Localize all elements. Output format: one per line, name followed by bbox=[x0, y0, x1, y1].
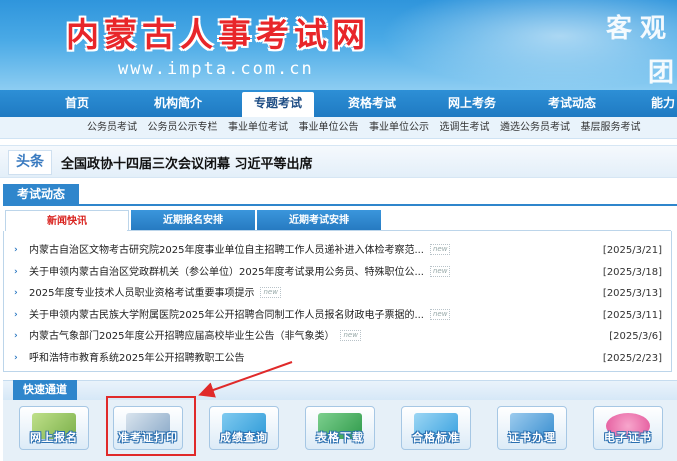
chevron-right-icon: › bbox=[14, 266, 18, 277]
site-banner: 内蒙古人事考试网 www.impta.com.cn 客观 团 bbox=[0, 0, 677, 90]
site-url: www.impta.com.cn bbox=[118, 59, 314, 79]
news-date: [2025/3/21] bbox=[602, 245, 662, 256]
chevron-right-icon: › bbox=[14, 331, 18, 342]
new-badge: new bbox=[340, 330, 361, 342]
headline-bar: 头条 全国政协十四届三次会议闭幕 习近平等出席 bbox=[0, 145, 677, 178]
news-title-text: 关于申领内蒙古自治区党政群机关（参公单位）2025年度考试录用公务员、特殊职位公… bbox=[29, 266, 424, 278]
news-tabs: 新闻快讯 近期报名安排 近期考试安排 bbox=[3, 209, 672, 231]
chevron-right-icon: › bbox=[14, 309, 18, 320]
news-title-text: 关于申领内蒙古民族大学附属医院2025年公开招聘合同制工作人员报名财政电子票据的… bbox=[29, 309, 424, 321]
form-download-button[interactable]: 表格下载 bbox=[305, 406, 375, 450]
quick-button-label: 证书办理 bbox=[508, 431, 556, 444]
list-item[interactable]: › 呼和浩特市教育系统2025年公开招聘教职工公告 [2025/2/23] bbox=[14, 348, 664, 370]
tabs-underline bbox=[127, 230, 671, 231]
headline-tag: 头条 bbox=[8, 150, 52, 175]
news-title-text: 呼和浩特市教育系统2025年公开招聘教职工公告 bbox=[29, 352, 245, 364]
quick-button-label: 成绩查询 bbox=[220, 431, 268, 444]
admission-ticket-print-button[interactable]: 准考证打印 bbox=[113, 406, 183, 450]
tab-recent-exams[interactable]: 近期考试安排 bbox=[257, 210, 381, 231]
news-title[interactable]: 内蒙古自治区文物考古研究院2025年度事业单位自主招聘工作人员递补进入体检考察范… bbox=[29, 240, 451, 262]
online-registration-button[interactable]: 网上报名 bbox=[19, 406, 89, 450]
subnav-institution-exam[interactable]: 事业单位考试 bbox=[228, 122, 288, 133]
list-item[interactable]: › 关于申领内蒙古民族大学附属医院2025年公开招聘合同制工作人员报名财政电子票… bbox=[14, 305, 664, 327]
news-date: [2025/3/11] bbox=[602, 309, 662, 321]
certificate-processing-button[interactable]: 证书办理 bbox=[497, 406, 567, 450]
news-date: [2025/2/23] bbox=[602, 352, 662, 364]
qualification-standard-button[interactable]: 合格标准 bbox=[401, 406, 471, 450]
quick-channel-title: 快速通道 bbox=[13, 380, 77, 400]
news-list: › 内蒙古自治区文物考古研究院2025年度事业单位自主招聘工作人员递补进入体检考… bbox=[14, 240, 664, 370]
banner-slogan-line2: 团 bbox=[648, 58, 675, 88]
subnav-civil-servant-exam[interactable]: 公务员考试 bbox=[87, 122, 137, 133]
banner-slogan: 客观 bbox=[606, 14, 675, 44]
news-title[interactable]: 2025年度专业技术人员职业资格考试重要事项提示 new bbox=[29, 283, 281, 305]
subnav-civil-servant-notice[interactable]: 公务员公示专栏 bbox=[148, 122, 218, 133]
headline-link[interactable]: 全国政协十四届三次会议闭幕 习近平等出席 bbox=[61, 153, 313, 172]
nav-item-exam-news[interactable]: 考试动态 bbox=[522, 90, 622, 117]
main-nav: 首页 机构简介 专题考试 资格考试 网上考务 考试动态 能力 bbox=[0, 90, 677, 119]
tab-news-flash[interactable]: 新闻快讯 bbox=[5, 210, 129, 231]
new-badge: new bbox=[430, 244, 451, 255]
nav-item-online-affairs[interactable]: 网上考务 bbox=[422, 90, 522, 117]
news-title[interactable]: 内蒙古气象部门2025年度公开招聘应届高校毕业生公告（非气象类） new bbox=[29, 326, 361, 348]
new-badge: new bbox=[430, 265, 451, 277]
news-title-text: 2025年度专业技术人员职业资格考试重要事项提示 bbox=[29, 288, 255, 300]
subnav-civil-servant-selection-exam[interactable]: 遴选公务员考试 bbox=[500, 122, 570, 133]
nav-item-about[interactable]: 机构简介 bbox=[122, 90, 234, 117]
news-date: [2025/3/18] bbox=[602, 266, 662, 278]
list-item[interactable]: › 内蒙古气象部门2025年度公开招聘应届高校毕业生公告（非气象类） new [2… bbox=[14, 326, 664, 348]
subnav-institution-announcement[interactable]: 事业单位公告 bbox=[299, 122, 359, 133]
subnav-selected-graduates-exam[interactable]: 选调生考试 bbox=[440, 122, 490, 133]
news-title[interactable]: 关于申领内蒙古民族大学附属医院2025年公开招聘合同制工作人员报名财政电子票据的… bbox=[29, 305, 451, 327]
news-title-text: 内蒙古气象部门2025年度公开招聘应届高校毕业生公告（非气象类） bbox=[29, 331, 335, 343]
list-item[interactable]: › 关于申领内蒙古自治区党政群机关（参公单位）2025年度考试录用公务员、特殊职… bbox=[14, 262, 664, 284]
list-item[interactable]: › 2025年度专业技术人员职业资格考试重要事项提示 new [2025/3/13… bbox=[14, 283, 664, 305]
chevron-right-icon: › bbox=[14, 245, 18, 255]
list-item[interactable]: › 内蒙古自治区文物考古研究院2025年度事业单位自主招聘工作人员递补进入体检考… bbox=[14, 240, 664, 262]
e-certificate-button[interactable]: 电子证书 bbox=[593, 406, 663, 450]
news-date: [2025/3/13] bbox=[602, 288, 662, 300]
quick-button-label: 合格标准 bbox=[412, 431, 460, 444]
news-title[interactable]: 呼和浩特市教育系统2025年公开招聘教职工公告 bbox=[29, 348, 244, 370]
quick-button-label: 网上报名 bbox=[30, 431, 78, 444]
news-title-text: 内蒙古自治区文物考古研究院2025年度事业单位自主招聘工作人员递补进入体检考察范… bbox=[29, 245, 424, 256]
new-badge: new bbox=[260, 287, 281, 299]
nav-item-ability[interactable]: 能力 bbox=[622, 90, 677, 117]
sub-nav: 公务员考试 公务员公示专栏 事业单位考试 事业单位公告 事业单位公示 选调生考试… bbox=[0, 117, 677, 139]
nav-item-home[interactable]: 首页 bbox=[32, 90, 122, 117]
news-title[interactable]: 关于申领内蒙古自治区党政群机关（参公单位）2025年度考试录用公务员、特殊职位公… bbox=[29, 262, 451, 284]
section-divider bbox=[3, 204, 677, 206]
chevron-right-icon: › bbox=[14, 288, 18, 299]
nav-item-special-exams[interactable]: 专题考试 bbox=[242, 92, 314, 119]
news-date: [2025/3/6] bbox=[609, 331, 662, 343]
chevron-right-icon: › bbox=[14, 352, 18, 363]
score-query-button[interactable]: 成绩查询 bbox=[209, 406, 279, 450]
quick-button-label: 准考证打印 bbox=[118, 431, 178, 444]
nav-item-qualification-exams[interactable]: 资格考试 bbox=[322, 90, 422, 117]
quick-button-label: 表格下载 bbox=[316, 431, 364, 444]
subnav-grassroots-service-exam[interactable]: 基层服务考试 bbox=[581, 122, 641, 133]
site-title[interactable]: 内蒙古人事考试网 bbox=[66, 8, 370, 56]
quick-channel-header bbox=[3, 380, 677, 400]
quick-button-label: 电子证书 bbox=[604, 431, 652, 444]
subnav-institution-publicity[interactable]: 事业单位公示 bbox=[369, 122, 429, 133]
new-badge: new bbox=[430, 308, 451, 320]
tab-recent-registration[interactable]: 近期报名安排 bbox=[131, 210, 255, 231]
exam-dynamic-title: 考试动态 bbox=[3, 184, 79, 205]
